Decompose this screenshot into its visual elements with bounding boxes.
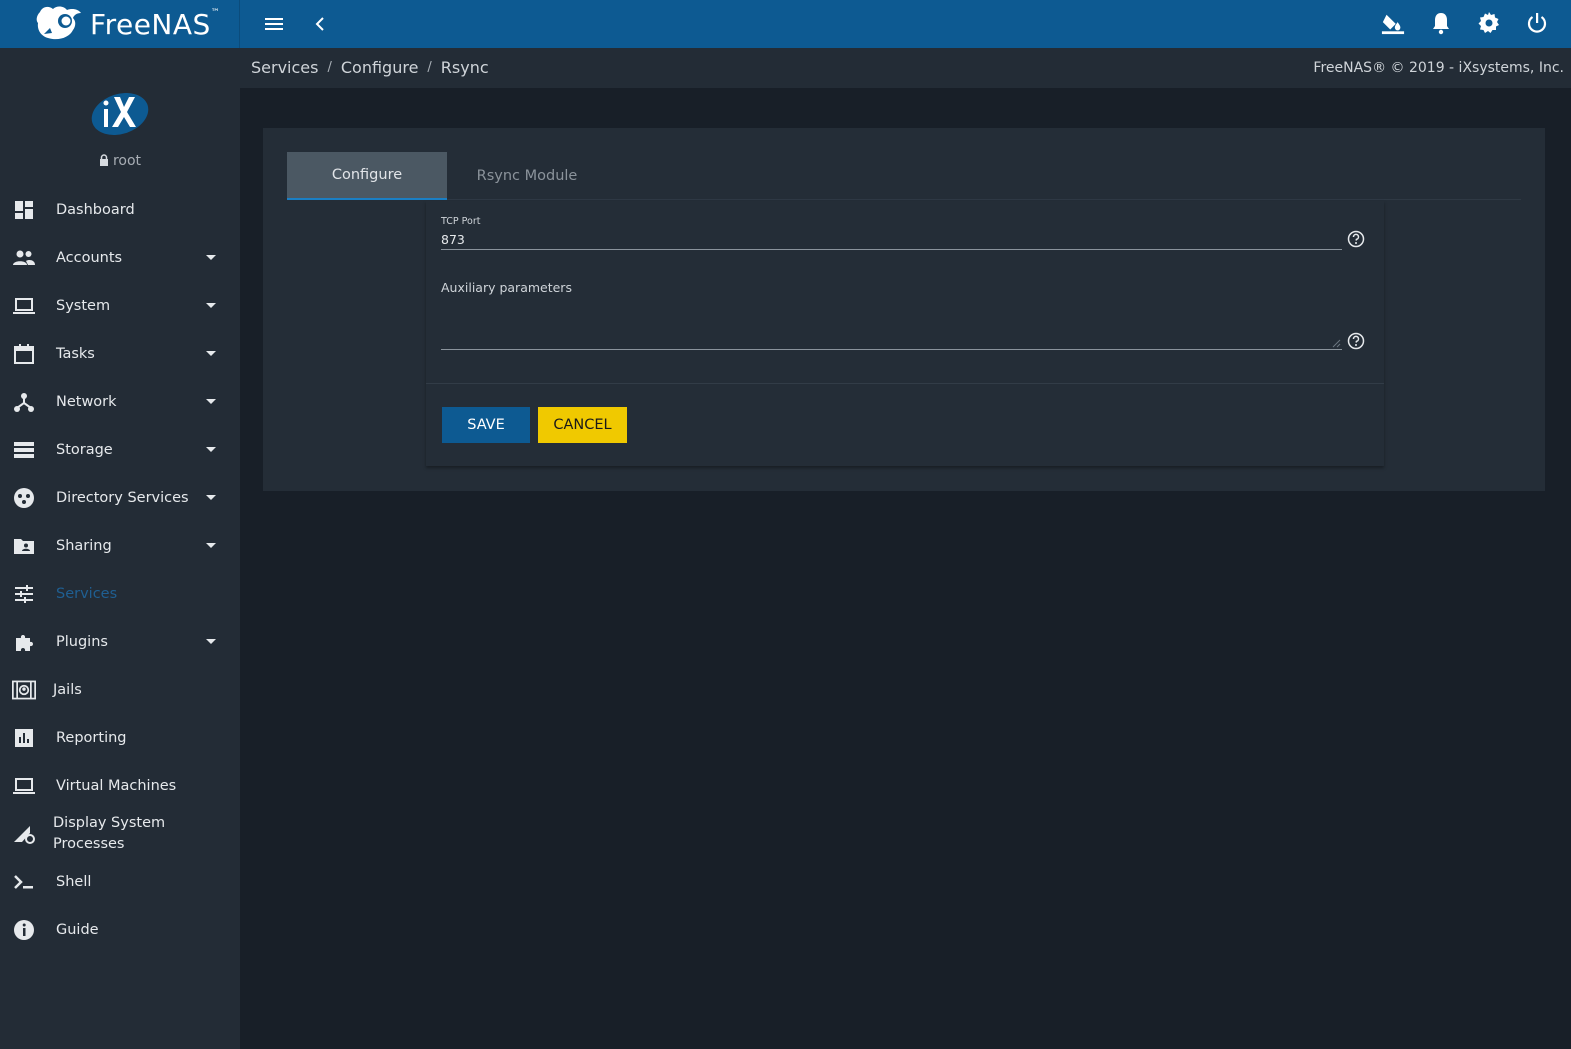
- tab-configure[interactable]: Configure: [287, 152, 447, 200]
- breadcrumb-rsync: Rsync: [440, 58, 489, 77]
- bell-icon[interactable]: [1429, 11, 1453, 35]
- sidebar-item-label: Network: [56, 393, 117, 410]
- top-toolbar: FreeNAS™: [0, 0, 1571, 48]
- laptop-icon: [13, 298, 35, 314]
- sidebar-item-label: Virtual Machines: [56, 777, 177, 794]
- sidebar-item-system[interactable]: System: [0, 282, 240, 330]
- tab-rsync-module[interactable]: Rsync Module: [447, 152, 607, 200]
- expand-arrow-icon: [206, 495, 216, 500]
- bar-chart-icon: [15, 729, 33, 747]
- help-icon[interactable]: [1347, 332, 1365, 350]
- sidebar-item-storage[interactable]: Storage: [0, 426, 240, 474]
- expand-arrow-icon: [206, 351, 216, 356]
- sidebar-item-label: Guide: [56, 921, 99, 938]
- dashboard-icon: [15, 201, 33, 219]
- sidebar-item-shell[interactable]: Shell: [0, 858, 240, 906]
- tcp-port-label: TCP Port: [441, 216, 481, 227]
- help-icon[interactable]: [1347, 230, 1365, 248]
- people-icon: [13, 250, 35, 265]
- user-profile: root: [0, 48, 240, 188]
- directory-icon: [14, 488, 34, 508]
- sidebar-item-label: Display System Processes: [53, 815, 166, 852]
- expand-arrow-icon: [206, 303, 216, 308]
- sidebar-item-virtual-machines[interactable]: Virtual Machines: [0, 762, 240, 810]
- breadcrumb-configure[interactable]: Configure: [341, 58, 419, 77]
- form-divider: [426, 383, 1384, 384]
- sidebar-item-directory-services[interactable]: Directory Services: [0, 474, 240, 522]
- sidebar-item-label: Plugins: [56, 633, 108, 650]
- sidebar-item-guide[interactable]: Guide: [0, 906, 240, 954]
- brand[interactable]: FreeNAS™: [0, 0, 240, 48]
- gear-icon[interactable]: [1477, 11, 1501, 35]
- info-icon: [14, 920, 34, 940]
- sidebar-item-label: Tasks: [56, 345, 95, 362]
- laptop-icon: [13, 778, 35, 794]
- sidebar-item-jails[interactable]: Jails: [0, 666, 240, 714]
- freenas-shark-icon: [36, 6, 81, 40]
- rsync-config-form: TCP Port 873 Auxiliary parameters SAVE C…: [426, 201, 1384, 466]
- sidebar-item-label: Shell: [56, 873, 92, 890]
- sliders-icon: [15, 585, 33, 603]
- sidebar-item-dashboard[interactable]: Dashboard: [0, 186, 240, 234]
- jail-icon: [12, 680, 36, 700]
- sidebar: root Dashboard Accounts System Tasks Net…: [0, 48, 240, 1049]
- sidebar-item-accounts[interactable]: Accounts: [0, 234, 240, 282]
- breadcrumb-separator: /: [427, 60, 432, 75]
- brand-name: FreeNAS™: [90, 7, 221, 41]
- calendar-icon: [14, 344, 34, 364]
- sidebar-item-label: System: [56, 297, 111, 314]
- sidebar-item-services[interactable]: Services: [0, 570, 240, 618]
- copyright-text: FreeNAS® © 2019 - iXsystems, Inc.: [1313, 60, 1564, 76]
- sidebar-item-label: Reporting: [56, 729, 127, 746]
- sidebar-item-label: Storage: [56, 441, 113, 458]
- sidebar-item-label: Directory Services: [56, 489, 189, 506]
- save-button[interactable]: SAVE: [442, 407, 530, 443]
- aux-params-label: Auxiliary parameters: [441, 280, 572, 295]
- expand-arrow-icon: [206, 255, 216, 260]
- expand-arrow-icon: [206, 399, 216, 404]
- expand-arrow-icon: [206, 447, 216, 452]
- breadcrumb: Services / Configure / Rsync: [251, 58, 489, 77]
- expand-arrow-icon: [206, 543, 216, 548]
- breadcrumb-bar: Services / Configure / Rsync FreeNAS® © …: [240, 48, 1571, 88]
- sidebar-item-label: Jails: [53, 681, 82, 698]
- cancel-button[interactable]: CANCEL: [538, 407, 627, 443]
- sidebar-item-reporting[interactable]: Reporting: [0, 714, 240, 762]
- tcp-port-underline: [441, 249, 1342, 250]
- sidebar-item-label: Dashboard: [56, 201, 135, 218]
- power-icon[interactable]: [1525, 11, 1549, 35]
- menu-icon[interactable]: [262, 12, 286, 36]
- sidebar-item-network[interactable]: Network: [0, 378, 240, 426]
- shared-folder-icon: [14, 539, 34, 554]
- storage-icon: [14, 442, 34, 458]
- terminal-icon: [14, 875, 33, 889]
- sidebar-item-label: Accounts: [56, 249, 123, 266]
- ix-logo-icon: [91, 92, 149, 136]
- theme-bucket-icon[interactable]: [1381, 11, 1405, 35]
- lock-icon: [99, 154, 108, 166]
- processes-icon: [14, 826, 35, 844]
- sidebar-item-label: Sharing: [56, 537, 112, 554]
- sidebar-item-tasks[interactable]: Tasks: [0, 330, 240, 378]
- aux-params-textarea[interactable]: [441, 297, 1342, 350]
- chevron-left-icon[interactable]: [308, 12, 332, 36]
- tab-bar: Configure Rsync Module: [287, 152, 1521, 200]
- sidebar-item-display-system-processes[interactable]: Display System Processes: [0, 810, 240, 858]
- breadcrumb-separator: /: [327, 60, 332, 75]
- expand-arrow-icon: [206, 639, 216, 644]
- resize-grip-icon[interactable]: [1331, 338, 1341, 348]
- user-name: root: [0, 153, 240, 169]
- network-icon: [14, 393, 34, 412]
- sidebar-item-label: Services: [56, 585, 118, 602]
- breadcrumb-services[interactable]: Services: [251, 58, 318, 77]
- sidebar-item-plugins[interactable]: Plugins: [0, 618, 240, 666]
- puzzle-icon: [16, 635, 33, 651]
- sidebar-item-sharing[interactable]: Sharing: [0, 522, 240, 570]
- tcp-port-input[interactable]: 873: [441, 232, 465, 247]
